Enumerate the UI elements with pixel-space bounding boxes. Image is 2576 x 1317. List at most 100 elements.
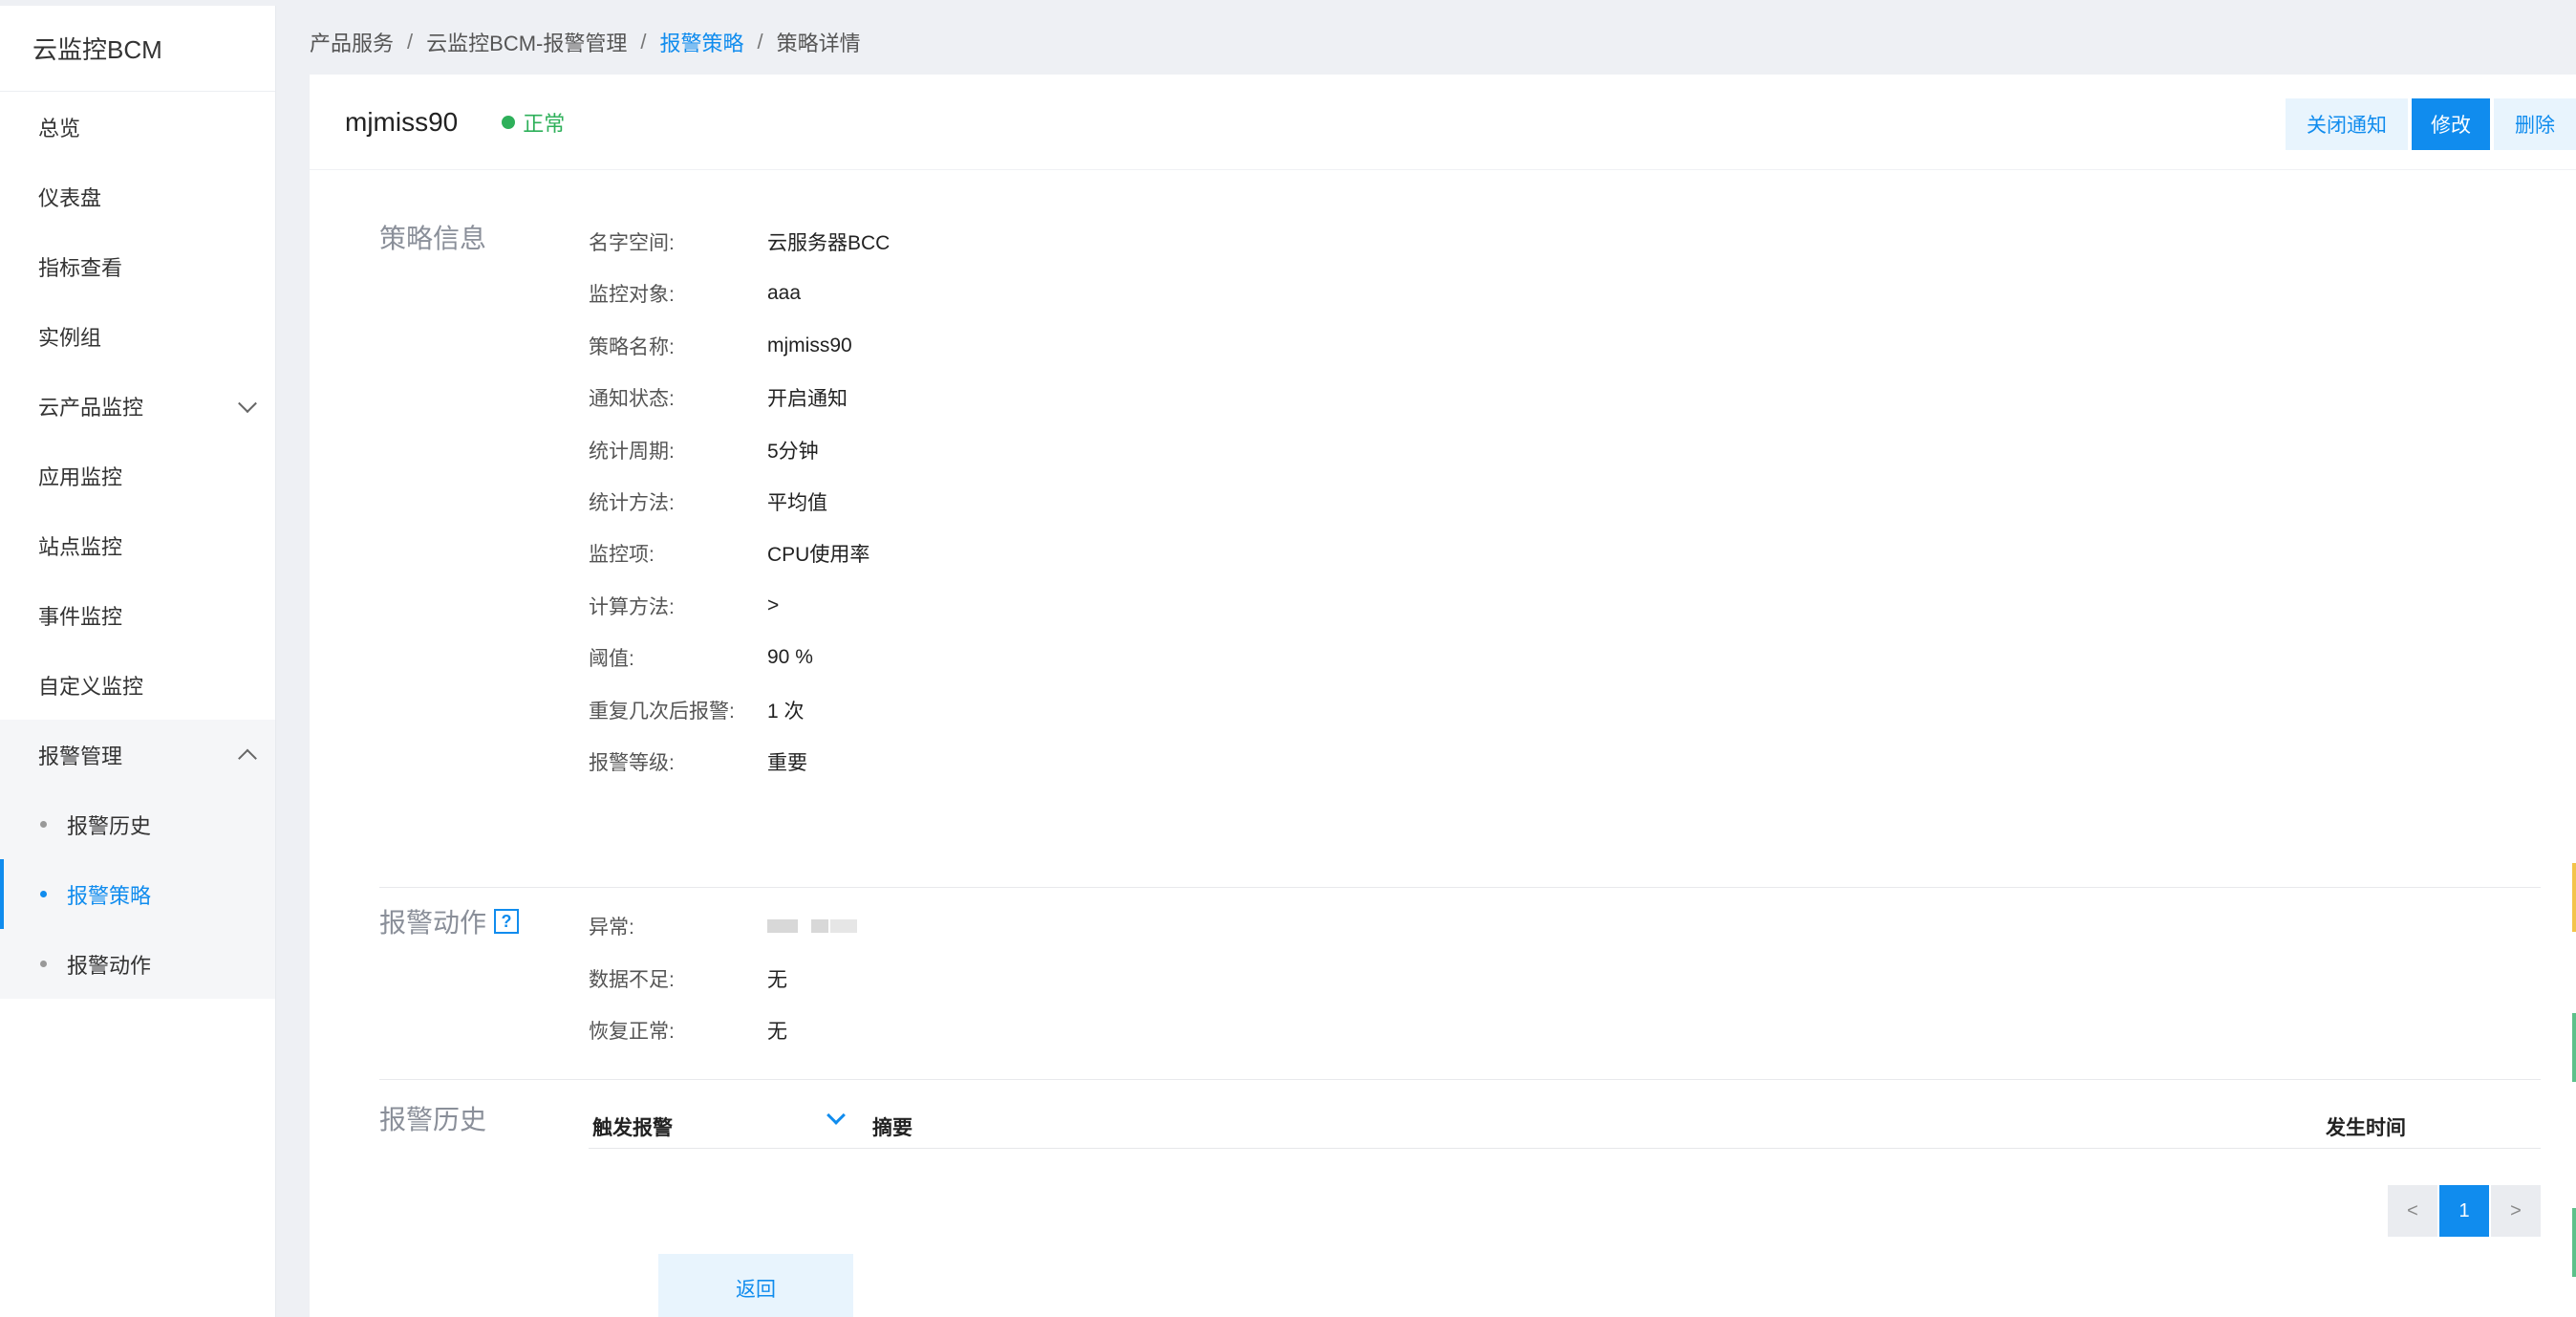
field-value: aaa [767,282,802,304]
section-divider [379,887,2541,888]
redacted-value [767,916,858,937]
field-label: 阈值: [589,648,634,670]
chevron-down-icon[interactable] [826,1106,846,1125]
status-text: 正常 [523,111,566,136]
column-summary: 摘要 [872,1117,912,1139]
breadcrumb-alarm-policy[interactable]: 报警策略 [659,27,743,57]
sidebar-item-instance-group[interactable]: 实例组 [0,301,275,371]
app-title[interactable]: 云监控BCM [0,6,275,92]
status-dot-icon [502,115,516,129]
field-metric: 监控项: CPU使用率 [589,539,869,568]
breadcrumb-separator: / [757,30,763,54]
field-calc-method: 计算方法: > [589,592,779,620]
field-notify-status: 通知状态: 开启通知 [589,383,848,412]
field-label: 策略名称: [589,336,675,358]
policy-info-section: 策略信息 名字空间: 云服务器BCC 监控对象: aaa 策略名称: mjmis… [379,224,2541,888]
next-page-button[interactable]: > [2491,1185,2541,1237]
close-notify-button[interactable]: 关闭通知 [2286,98,2408,150]
field-monitor-target: 监控对象: aaa [589,279,801,308]
field-policy-name: 策略名称: mjmiss90 [589,332,852,360]
edge-marker [2572,863,2576,932]
field-label: 监控对象: [589,284,675,306]
field-value: 1 次 [767,701,805,723]
field-stat-method: 统计方法: 平均值 [589,487,827,516]
field-insufficient-data: 数据不足: 无 [589,964,787,993]
sidebar-item-app-monitor[interactable]: 应用监控 [0,441,275,510]
sidebar-item-alarm-management[interactable]: 报警管理 [0,720,275,789]
column-occur-time: 发生时间 [2326,1117,2406,1139]
field-stat-period: 统计周期: 5分钟 [589,436,819,464]
field-label: 数据不足: [589,969,675,991]
breadcrumb-product-services[interactable]: 产品服务 [310,27,394,57]
field-value: 无 [767,1021,787,1043]
field-label: 恢复正常: [589,1021,675,1043]
field-value: 90 % [767,646,813,668]
field-value: 平均值 [767,492,827,514]
bullet-icon [40,960,47,967]
policy-info-title: 策略信息 [379,224,487,253]
page-1-button[interactable]: 1 [2439,1185,2489,1237]
field-label: 重复几次后报警: [589,701,735,723]
field-value: > [767,594,780,616]
field-value: 云服务器BCC [767,232,891,254]
sidebar-item-custom-monitor[interactable]: 自定义监控 [0,650,275,720]
chevron-up-icon [238,748,257,767]
edit-button[interactable]: 修改 [2412,98,2490,150]
history-table-header: 触发报警 摘要 发生时间 [589,1101,2541,1149]
sidebar-item-label: 报警管理 [38,744,123,768]
sidebar-group-alarm: 报警管理 报警历史 报警策略 报警动作 [0,720,275,999]
sidebar-item-label: 报警历史 [67,813,152,838]
column-trigger-alarm[interactable]: 触发报警 [592,1112,673,1141]
bullet-icon [40,820,47,828]
help-icon[interactable]: ? [494,909,520,934]
field-value: mjmiss90 [767,335,852,356]
bullet-icon [40,890,47,897]
header-actions: 关闭通知 修改 删除 [2286,98,2576,150]
field-label: 报警等级: [589,752,675,774]
sidebar-item-site-monitor[interactable]: 站点监控 [0,510,275,580]
alarm-action-title: 报警动作 ? [379,902,520,940]
chevron-down-icon [238,393,257,413]
alarm-history-section: 报警历史 触发报警 摘要 发生时间 < 1 > 返回 [379,1101,2541,1317]
field-label: 统计周期: [589,441,675,463]
prev-page-button[interactable]: < [2388,1185,2437,1237]
sidebar-item-overview[interactable]: 总览 [0,92,275,162]
alarm-history-title: 报警历史 [379,1105,487,1134]
sidebar-item-event-monitor[interactable]: 事件监控 [0,580,275,650]
breadcrumb-separator: / [640,30,647,54]
sidebar-subitem-alarm-policy[interactable]: 报警策略 [0,859,275,929]
field-value: 重要 [767,752,807,774]
sidebar-subitem-alarm-history[interactable]: 报警历史 [0,789,275,859]
edge-marker [2572,1013,2576,1082]
sidebar-item-label: 报警动作 [67,953,152,978]
sidebar-item-metrics[interactable]: 指标查看 [0,231,275,301]
sidebar: 云监控BCM 总览 仪表盘 指标查看 实例组 云产品监控 应用监控 站点监控 事… [0,6,276,1317]
alarm-action-section: 报警动作 ? 异常: 数据不足: 无 恢复正常: 无 [379,908,2541,1080]
field-label: 名字空间: [589,232,675,254]
pagination: < 1 > [2388,1185,2541,1237]
sidebar-subitem-alarm-action[interactable]: 报警动作 [0,929,275,999]
field-label: 监控项: [589,544,655,566]
sidebar-item-cloud-product-monitor[interactable]: 云产品监控 [0,371,275,441]
field-recovered: 恢复正常: 无 [589,1016,787,1045]
sidebar-item-label: 云产品监控 [38,395,144,420]
field-label: 统计方法: [589,492,675,514]
field-value: CPU使用率 [767,544,870,566]
sidebar-item-label: 报警策略 [67,883,152,908]
field-alarm-level: 报警等级: 重要 [589,747,807,776]
breadcrumb-bcm-alarm[interactable]: 云监控BCM-报警管理 [426,27,627,57]
breadcrumb-policy-detail: 策略详情 [776,32,861,55]
delete-button[interactable]: 删除 [2494,98,2576,150]
field-value: 5分钟 [767,441,819,463]
sidebar-item-dashboard[interactable]: 仪表盘 [0,162,275,231]
breadcrumb-separator: / [407,30,414,54]
status-badge: 正常 [502,107,565,138]
field-label: 计算方法: [589,596,675,618]
detail-header: mjmiss90 正常 关闭通知 修改 删除 [310,75,2576,170]
back-button[interactable]: 返回 [658,1254,853,1317]
page-title: mjmiss90 [345,106,459,137]
field-threshold: 阈值: 90 % [589,643,813,672]
edge-marker [2572,1208,2576,1277]
field-value: 开启通知 [767,388,848,410]
breadcrumb: 产品服务 / 云监控BCM-报警管理 / 报警策略 / 策略详情 [310,27,861,57]
